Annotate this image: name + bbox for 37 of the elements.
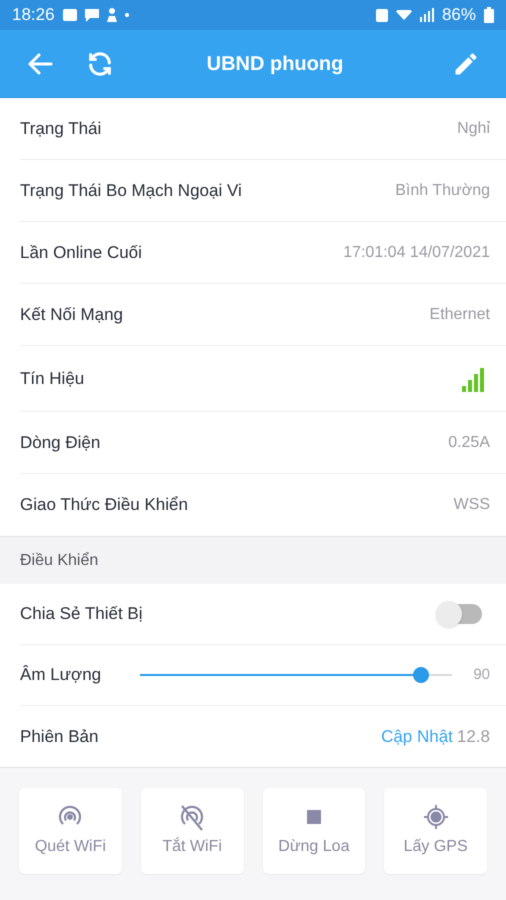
- location-target-icon: [422, 803, 450, 831]
- action-button[interactable]: Tắt WiFi: [140, 788, 244, 874]
- section-header: Điều Khiển: [20, 550, 98, 570]
- field-label: Phiên Bản: [20, 726, 98, 748]
- field-value: Ethernet: [430, 304, 490, 324]
- field-value: Nghỉ: [457, 118, 490, 138]
- wifi-icon: [396, 10, 412, 20]
- clock-time: 18:26: [12, 4, 55, 26]
- field-label: Tín Hiệu: [20, 368, 84, 390]
- field-label: Trạng Thái Bo Mạch Ngoại Vi: [20, 180, 242, 202]
- field-label: Chia Sẻ Thiết Bị: [20, 603, 143, 626]
- battery-percent: 86%: [442, 4, 476, 26]
- field-value: WSS: [454, 495, 490, 515]
- page-title: UBND phuong: [206, 52, 344, 76]
- volume-slider[interactable]: [140, 665, 452, 685]
- cell-signal-icon: [420, 8, 434, 22]
- field-label: Trạng Thái: [20, 118, 102, 140]
- field-label: Lần Online Cuối: [20, 242, 142, 264]
- action-button[interactable]: Lấy GPS: [384, 788, 487, 874]
- person-icon: [106, 8, 117, 22]
- volume-reading: 90: [472, 664, 490, 685]
- field-value: Bình Thường: [395, 180, 490, 200]
- action-button[interactable]: Quét WiFi: [19, 788, 122, 874]
- share-toggle[interactable]: [436, 601, 482, 627]
- image-icon: [62, 9, 77, 21]
- field-label: Kết Nối Mạng: [20, 304, 123, 326]
- dot-icon: [124, 13, 129, 17]
- field-value: 17:01:04 14/07/2021: [343, 242, 490, 262]
- action-button[interactable]: Dừng Loa: [262, 788, 366, 874]
- message-icon: [84, 8, 99, 22]
- field-value: 0.25A: [448, 432, 490, 452]
- version-number: 12.8: [456, 726, 490, 748]
- field-label: Dòng Điện: [20, 432, 100, 454]
- battery-icon: [484, 7, 494, 23]
- field-label: Âm Lượng: [20, 664, 102, 686]
- update-link[interactable]: Cập Nhật: [381, 724, 453, 750]
- field-label: Giao Thức Điều Khiển: [20, 494, 188, 516]
